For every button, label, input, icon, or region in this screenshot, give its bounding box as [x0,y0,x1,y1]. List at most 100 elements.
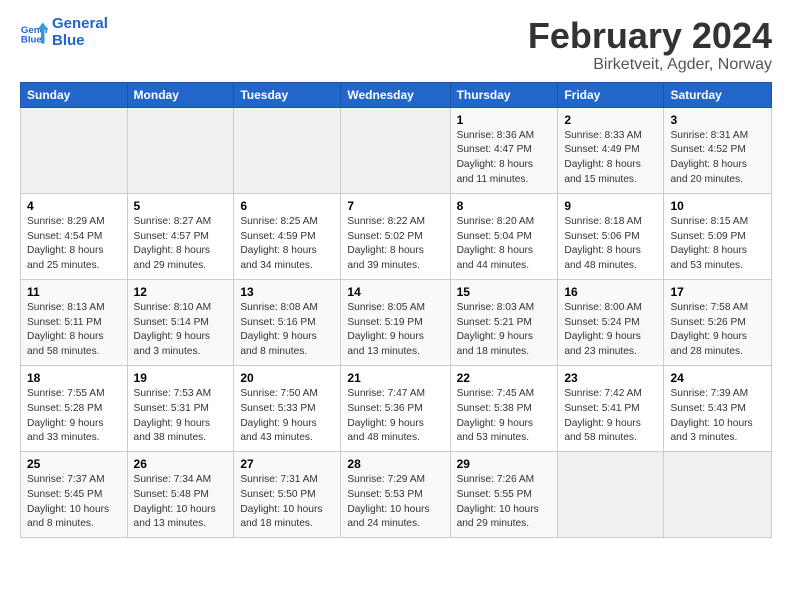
day-detail: Sunrise: 8:27 AM Sunset: 4:57 PM Dayligh… [134,215,228,274]
calendar-cell: 23Sunrise: 7:42 AM Sunset: 5:41 PM Dayli… [558,365,664,451]
weekday-saturday: Saturday [664,82,772,107]
day-detail: Sunrise: 7:29 AM Sunset: 5:53 PM Dayligh… [347,473,443,532]
day-number: 28 [347,457,443,471]
calendar-cell: 20Sunrise: 7:50 AM Sunset: 5:33 PM Dayli… [234,365,341,451]
calendar-cell: 6 Sunrise: 8:25 AM Sunset: 4:59 PM Daylig… [234,193,341,279]
calendar-cell: 8Sunrise: 8:20 AM Sunset: 5:04 PM Daylig… [450,193,558,279]
day-number: 10 [670,199,765,213]
calendar-cell: 4 Sunrise: 8:29 AM Sunset: 4:54 PM Daylig… [21,193,128,279]
day-number: 11 [27,285,121,299]
day-detail: Sunrise: 7:47 AM Sunset: 5:36 PM Dayligh… [347,387,443,446]
calendar-week-4: 18Sunrise: 7:55 AM Sunset: 5:28 PM Dayli… [21,365,772,451]
day-number: 12 [134,285,228,299]
day-number: 4 [27,199,121,213]
weekday-sunday: Sunday [21,82,128,107]
day-detail: Sunrise: 8:05 AM Sunset: 5:19 PM Dayligh… [347,301,443,360]
calendar-cell [234,107,341,193]
day-number: 5 [134,199,228,213]
calendar-cell: 19 Sunrise: 7:53 AM Sunset: 5:31 PM Dayli… [127,365,234,451]
day-number: 1 [457,113,552,127]
calendar-week-3: 11 Sunrise: 8:13 AM Sunset: 5:11 PM Dayli… [21,279,772,365]
day-number: 3 [670,113,765,127]
day-detail: Sunrise: 8:29 AM Sunset: 4:54 PM Dayligh… [27,215,121,274]
calendar-cell: 12 Sunrise: 8:10 AM Sunset: 5:14 PM Dayli… [127,279,234,365]
day-detail: Sunrise: 7:42 AM Sunset: 5:41 PM Dayligh… [564,387,657,446]
calendar-cell [664,452,772,538]
day-number: 16 [564,285,657,299]
day-number: 13 [240,285,334,299]
calendar-week-2: 4 Sunrise: 8:29 AM Sunset: 4:54 PM Daylig… [21,193,772,279]
day-detail: Sunrise: 7:37 AM Sunset: 5:45 PM Dayligh… [27,473,121,532]
calendar-cell: 24 Sunrise: 7:39 AM Sunset: 5:43 PM Dayli… [664,365,772,451]
calendar-cell: 25 Sunrise: 7:37 AM Sunset: 5:45 PM Dayli… [21,452,128,538]
calendar-cell: 21 Sunrise: 7:47 AM Sunset: 5:36 PM Dayli… [341,365,450,451]
calendar-cell: 11 Sunrise: 8:13 AM Sunset: 5:11 PM Dayli… [21,279,128,365]
day-number: 25 [27,457,121,471]
month-title: February 2024 [528,16,772,56]
calendar-cell: 14 Sunrise: 8:05 AM Sunset: 5:19 PM Dayli… [341,279,450,365]
day-detail: Sunrise: 8:31 AM Sunset: 4:52 PM Dayligh… [670,129,765,188]
day-number: 20 [240,371,334,385]
day-detail: Sunrise: 7:45 AM Sunset: 5:38 PM Dayligh… [457,387,552,446]
weekday-friday: Friday [558,82,664,107]
day-number: 21 [347,371,443,385]
weekday-wednesday: Wednesday [341,82,450,107]
calendar-cell [127,107,234,193]
day-number: 26 [134,457,228,471]
day-detail: Sunrise: 8:03 AM Sunset: 5:21 PM Dayligh… [457,301,552,360]
calendar-cell: 28 Sunrise: 7:29 AM Sunset: 5:53 PM Dayli… [341,452,450,538]
calendar-cell: 7 Sunrise: 8:22 AM Sunset: 5:02 PM Daylig… [341,193,450,279]
day-number: 17 [670,285,765,299]
calendar-cell: 27 Sunrise: 7:31 AM Sunset: 5:50 PM Dayli… [234,452,341,538]
calendar-week-1: 1 Sunrise: 8:36 AM Sunset: 4:47 PM Daylig… [21,107,772,193]
day-number: 7 [347,199,443,213]
calendar-cell: 10Sunrise: 8:15 AM Sunset: 5:09 PM Dayli… [664,193,772,279]
day-detail: Sunrise: 7:31 AM Sunset: 5:50 PM Dayligh… [240,473,334,532]
calendar-cell: 2Sunrise: 8:33 AM Sunset: 4:49 PM Daylig… [558,107,664,193]
calendar-cell: 13 Sunrise: 8:08 AM Sunset: 5:16 PM Dayli… [234,279,341,365]
day-number: 22 [457,371,552,385]
weekday-tuesday: Tuesday [234,82,341,107]
calendar-cell: 9Sunrise: 8:18 AM Sunset: 5:06 PM Daylig… [558,193,664,279]
day-number: 29 [457,457,552,471]
day-detail: Sunrise: 8:10 AM Sunset: 5:14 PM Dayligh… [134,301,228,360]
day-detail: Sunrise: 8:08 AM Sunset: 5:16 PM Dayligh… [240,301,334,360]
day-detail: Sunrise: 8:22 AM Sunset: 5:02 PM Dayligh… [347,215,443,274]
logo-blue: Blue [52,33,108,50]
calendar-cell: 5 Sunrise: 8:27 AM Sunset: 4:57 PM Daylig… [127,193,234,279]
weekday-thursday: Thursday [450,82,558,107]
day-number: 19 [134,371,228,385]
day-detail: Sunrise: 8:13 AM Sunset: 5:11 PM Dayligh… [27,301,121,360]
calendar-cell: 15 Sunrise: 8:03 AM Sunset: 5:21 PM Dayli… [450,279,558,365]
calendar-cell [21,107,128,193]
day-number: 15 [457,285,552,299]
day-detail: Sunrise: 7:58 AM Sunset: 5:26 PM Dayligh… [670,301,765,360]
header: General Blue General Blue February 2024 … [20,16,772,74]
day-detail: Sunrise: 7:53 AM Sunset: 5:31 PM Dayligh… [134,387,228,446]
day-detail: Sunrise: 8:18 AM Sunset: 5:06 PM Dayligh… [564,215,657,274]
logo-general: General [52,16,108,33]
day-detail: Sunrise: 7:39 AM Sunset: 5:43 PM Dayligh… [670,387,765,446]
calendar-cell [558,452,664,538]
day-detail: Sunrise: 7:34 AM Sunset: 5:48 PM Dayligh… [134,473,228,532]
logo: General Blue General Blue [20,16,108,49]
calendar-cell: 3 Sunrise: 8:31 AM Sunset: 4:52 PM Daylig… [664,107,772,193]
day-number: 2 [564,113,657,127]
logo-icon: General Blue [20,19,48,47]
calendar-cell: 16Sunrise: 8:00 AM Sunset: 5:24 PM Dayli… [558,279,664,365]
location-title: Birketveit, Agder, Norway [528,56,772,74]
day-detail: Sunrise: 7:26 AM Sunset: 5:55 PM Dayligh… [457,473,552,532]
day-detail: Sunrise: 8:25 AM Sunset: 4:59 PM Dayligh… [240,215,334,274]
day-number: 6 [240,199,334,213]
day-number: 27 [240,457,334,471]
day-number: 24 [670,371,765,385]
day-detail: Sunrise: 8:36 AM Sunset: 4:47 PM Dayligh… [457,129,552,188]
day-detail: Sunrise: 8:20 AM Sunset: 5:04 PM Dayligh… [457,215,552,274]
calendar-table: SundayMondayTuesdayWednesdayThursdayFrid… [20,82,772,539]
calendar-cell: 1 Sunrise: 8:36 AM Sunset: 4:47 PM Daylig… [450,107,558,193]
svg-text:Blue: Blue [21,34,42,45]
day-number: 14 [347,285,443,299]
calendar-cell: 18Sunrise: 7:55 AM Sunset: 5:28 PM Dayli… [21,365,128,451]
day-number: 18 [27,371,121,385]
title-area: February 2024 Birketveit, Agder, Norway [528,16,772,74]
